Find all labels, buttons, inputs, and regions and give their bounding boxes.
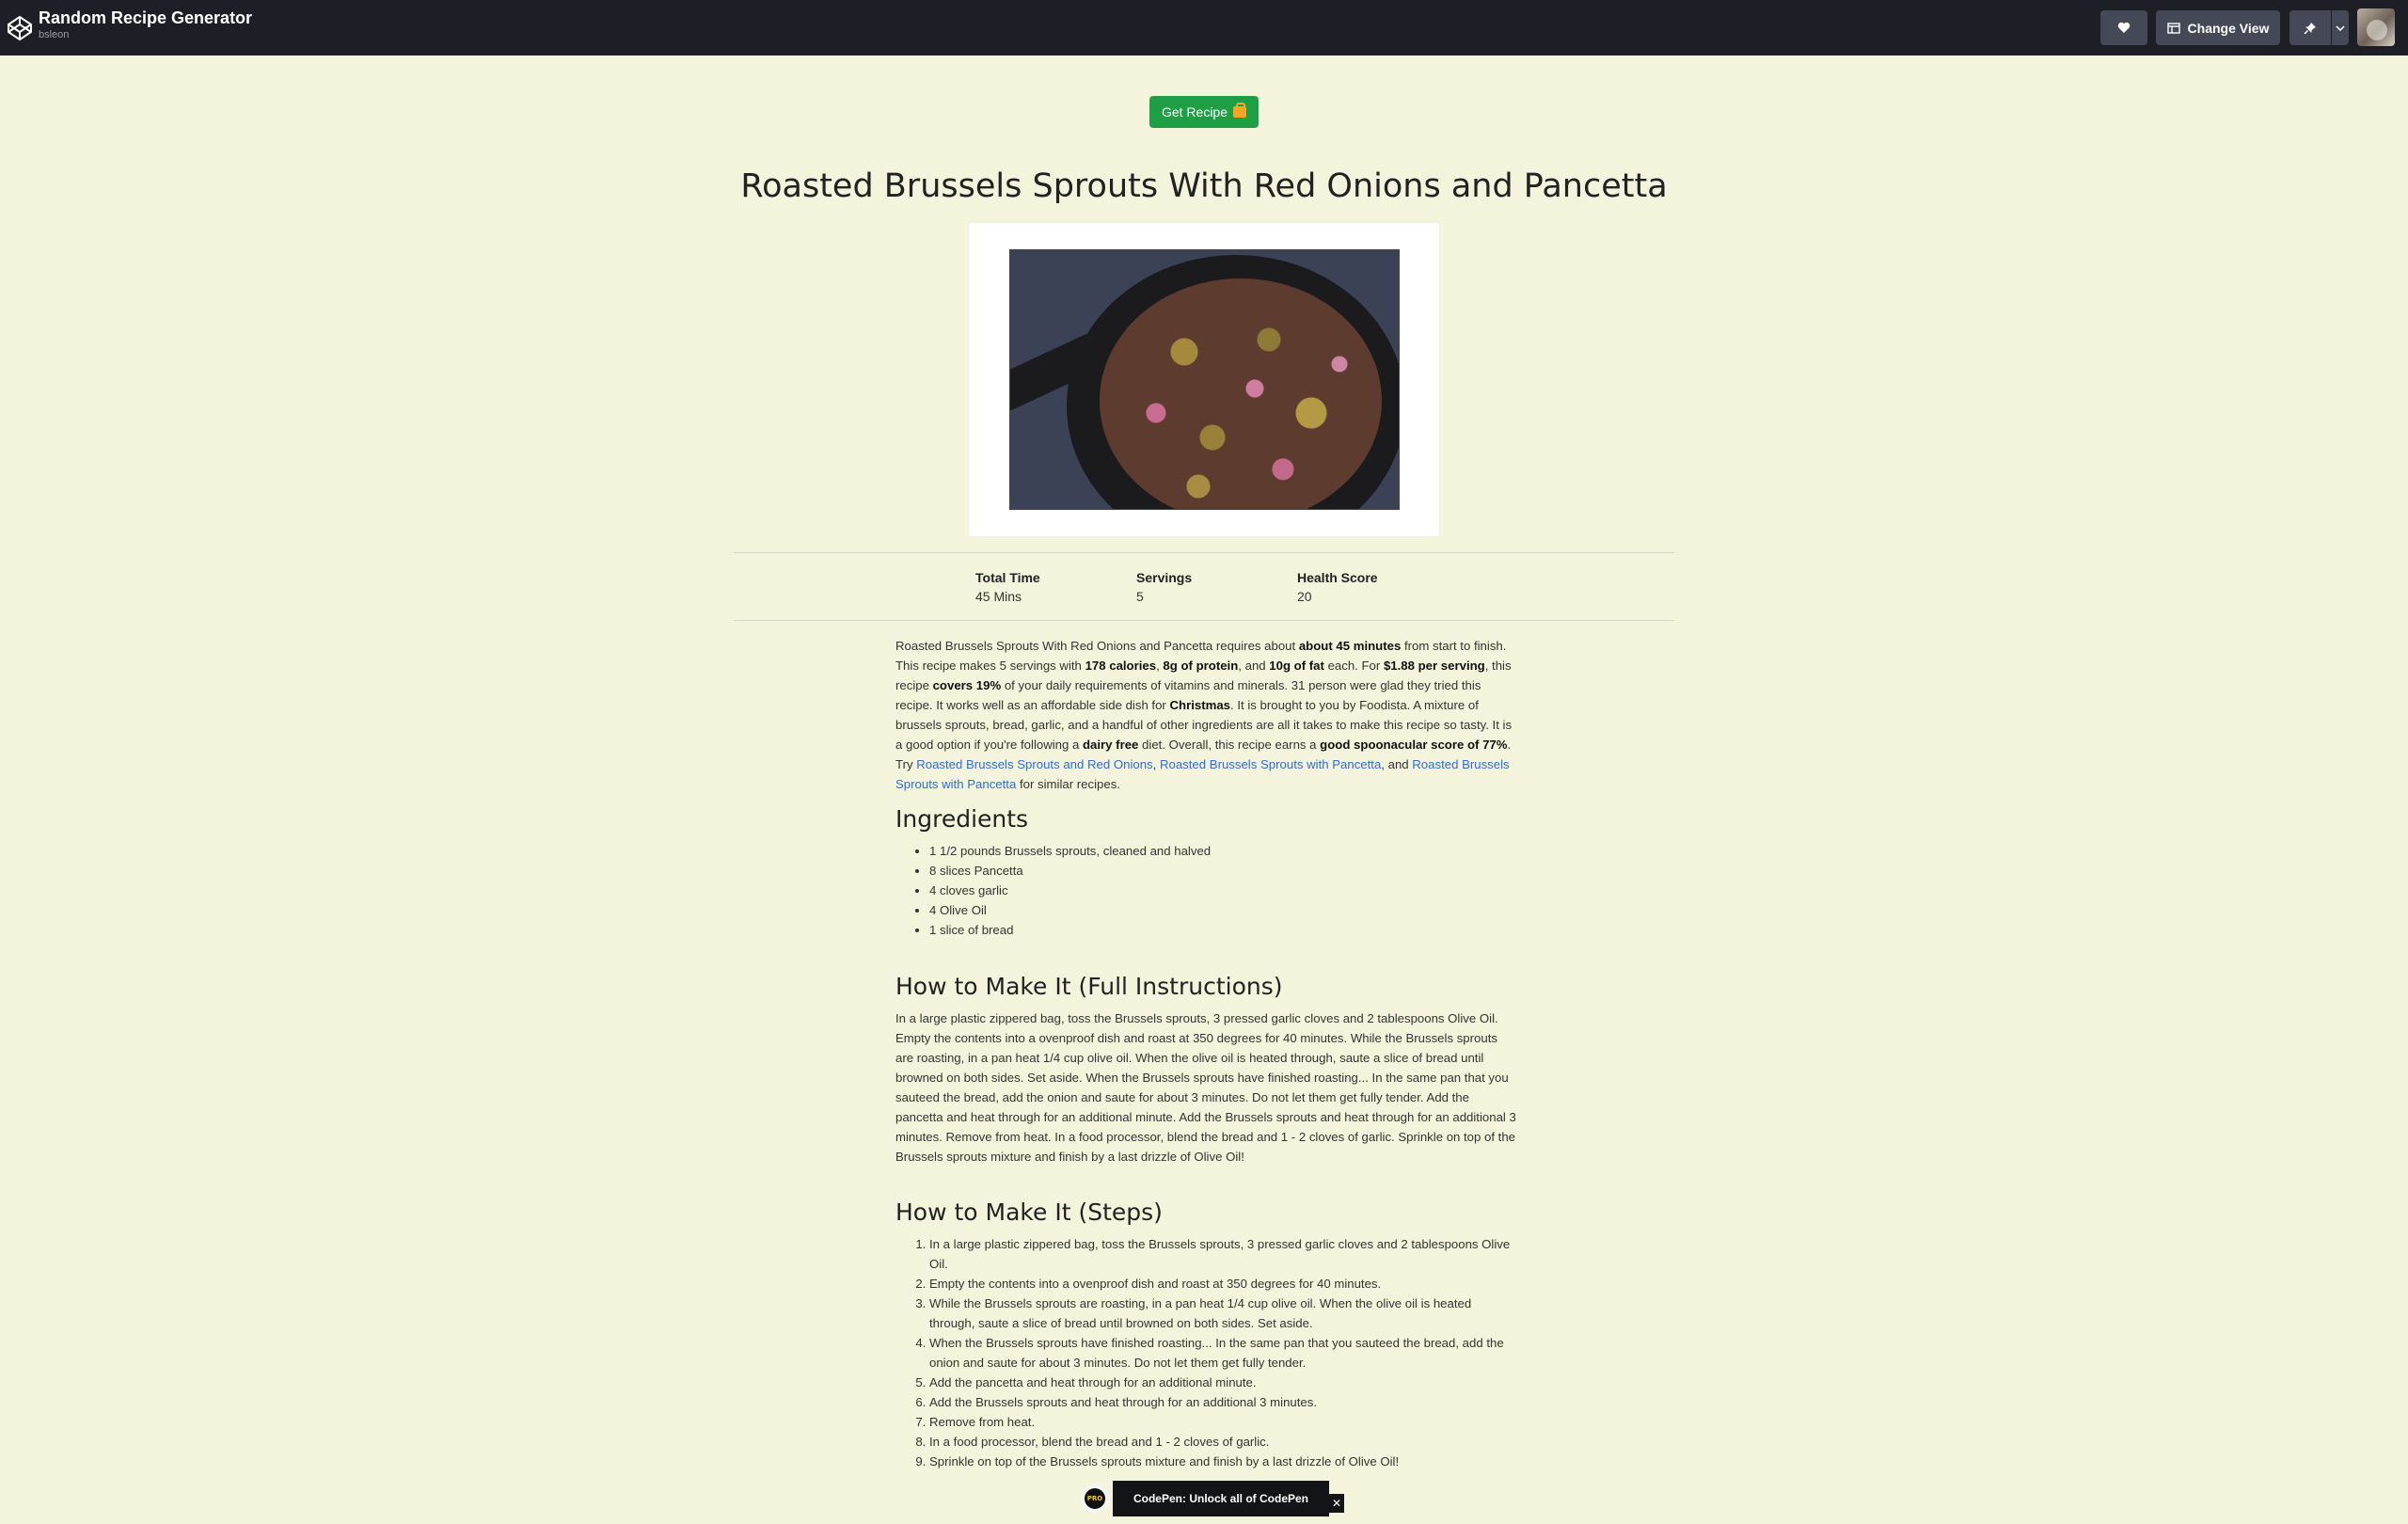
chevron-down-icon xyxy=(2336,24,2345,31)
summary-text: for similar recipes. xyxy=(1016,777,1120,791)
pin-button[interactable] xyxy=(2289,10,2331,45)
stat-health-score: Health Score 20 xyxy=(1297,568,1378,606)
ingredient-item: 1 1/2 pounds Brussels sprouts, cleaned a… xyxy=(929,841,1516,861)
ingredient-item: 4 cloves garlic xyxy=(929,881,1516,900)
summary-text: , and xyxy=(1381,757,1413,771)
top-bar: Random Recipe Generator bsleon Change Vi… xyxy=(0,0,2408,56)
stat-servings: Servings 5 xyxy=(1136,568,1192,606)
steps-heading: How to Make It (Steps) xyxy=(895,1199,1163,1226)
ingredients-list: 1 1/2 pounds Brussels sprouts, cleaned a… xyxy=(895,841,1516,940)
summary-highlight: $1.88 per serving xyxy=(1383,659,1485,673)
similar-recipe-link[interactable]: Roasted Brussels Sprouts and Red Onions xyxy=(916,757,1152,771)
pin-dropdown-button[interactable] xyxy=(2332,10,2349,45)
summary-highlight: 8g of protein xyxy=(1163,659,1239,673)
stat-label: Total Time xyxy=(975,570,1040,585)
divider xyxy=(734,620,1674,621)
stat-value: 20 xyxy=(1297,589,1312,604)
lunchbox-icon xyxy=(1233,103,1247,118)
step-item: While the Brussels sprouts are roasting,… xyxy=(929,1294,1516,1333)
heart-icon xyxy=(2117,22,2131,33)
pro-badge-icon: PRO xyxy=(1081,1484,1109,1513)
change-view-button[interactable]: Change View xyxy=(2156,10,2280,45)
get-recipe-button[interactable]: Get Recipe xyxy=(1149,96,1259,128)
summary-highlight: about 45 minutes xyxy=(1298,639,1402,653)
stat-label: Servings xyxy=(1136,570,1193,585)
summary-highlight: good spoonacular score of 77% xyxy=(1320,738,1508,752)
summary-text: Roasted Brussels Sprouts With Red Onions… xyxy=(895,639,1299,653)
summary-highlight: 178 calories xyxy=(1085,659,1157,673)
step-item: Add the Brussels sprouts and heat throug… xyxy=(929,1392,1516,1412)
step-item: In a food processor, blend the bread and… xyxy=(929,1432,1516,1452)
step-item: Sprinkle on top of the Brussels sprouts … xyxy=(929,1452,1516,1471)
codepen-logo-icon[interactable] xyxy=(6,14,34,42)
pen-title-block: Random Recipe Generator bsleon xyxy=(39,8,252,41)
ingredient-item: 1 slice of bread xyxy=(929,920,1516,940)
pin-icon xyxy=(2304,22,2316,35)
ingredient-item: 8 slices Pancetta xyxy=(929,861,1516,881)
step-item: In a large plastic zippered bag, toss th… xyxy=(929,1234,1516,1274)
pen-author[interactable]: bsleon xyxy=(39,28,252,41)
ingredients-heading: Ingredients xyxy=(895,805,1029,833)
summary-text: diet. Overall, this recipe earns a xyxy=(1138,738,1321,752)
step-item: Empty the contents into a ovenproof dish… xyxy=(929,1274,1516,1294)
summary-highlight: covers 19% xyxy=(932,678,1002,692)
like-button[interactable] xyxy=(2100,10,2147,45)
recipe-image xyxy=(1009,249,1400,510)
recipe-summary: Roasted Brussels Sprouts With Red Onions… xyxy=(895,636,1516,794)
stat-label: Health Score xyxy=(1297,570,1378,585)
codepen-pro-banner[interactable]: PRO CodePen: Unlock all of CodePen ✕ xyxy=(1079,1481,1346,1516)
step-item: Add the pancetta and heat through for an… xyxy=(929,1373,1516,1392)
codepen-banner-text[interactable]: CodePen: Unlock all of CodePen xyxy=(1113,1481,1329,1516)
summary-text: , and xyxy=(1238,659,1270,673)
divider xyxy=(734,552,1674,553)
step-item: When the Brussels sprouts have finished … xyxy=(929,1333,1516,1373)
pen-title[interactable]: Random Recipe Generator xyxy=(39,8,252,28)
summary-highlight: dairy free xyxy=(1083,738,1139,752)
summary-highlight: Christmas xyxy=(1169,698,1231,712)
layout-icon xyxy=(2166,22,2180,34)
recipe-image-card xyxy=(969,223,1439,536)
full-instructions-text: In a large plastic zippered bag, toss th… xyxy=(895,1011,1516,1164)
recipe-title: Roasted Brussels Sprouts With Red Onions… xyxy=(740,167,1668,205)
summary-highlight: 10g of fat xyxy=(1269,659,1324,673)
full-instructions-heading: How to Make It (Full Instructions) xyxy=(895,973,1283,1000)
ingredient-item: 4 Olive Oil xyxy=(929,900,1516,920)
similar-recipe-link[interactable]: Roasted Brussels Sprouts with Pancetta xyxy=(1160,757,1381,771)
stat-value: 45 Mins xyxy=(975,589,1022,604)
summary-text: , xyxy=(1152,757,1160,771)
pro-badge-label: PRO xyxy=(1085,1488,1105,1509)
stat-value: 5 xyxy=(1136,589,1144,604)
close-icon[interactable]: ✕ xyxy=(1329,1494,1344,1513)
summary-text: each. For xyxy=(1323,659,1384,673)
change-view-label: Change View xyxy=(2187,20,2270,36)
steps-list: In a large plastic zippered bag, toss th… xyxy=(895,1234,1516,1471)
user-avatar[interactable] xyxy=(2357,8,2395,46)
step-item: Remove from heat. xyxy=(929,1412,1516,1432)
get-recipe-label: Get Recipe xyxy=(1161,104,1228,119)
stat-total-time: Total Time 45 Mins xyxy=(975,568,1040,606)
